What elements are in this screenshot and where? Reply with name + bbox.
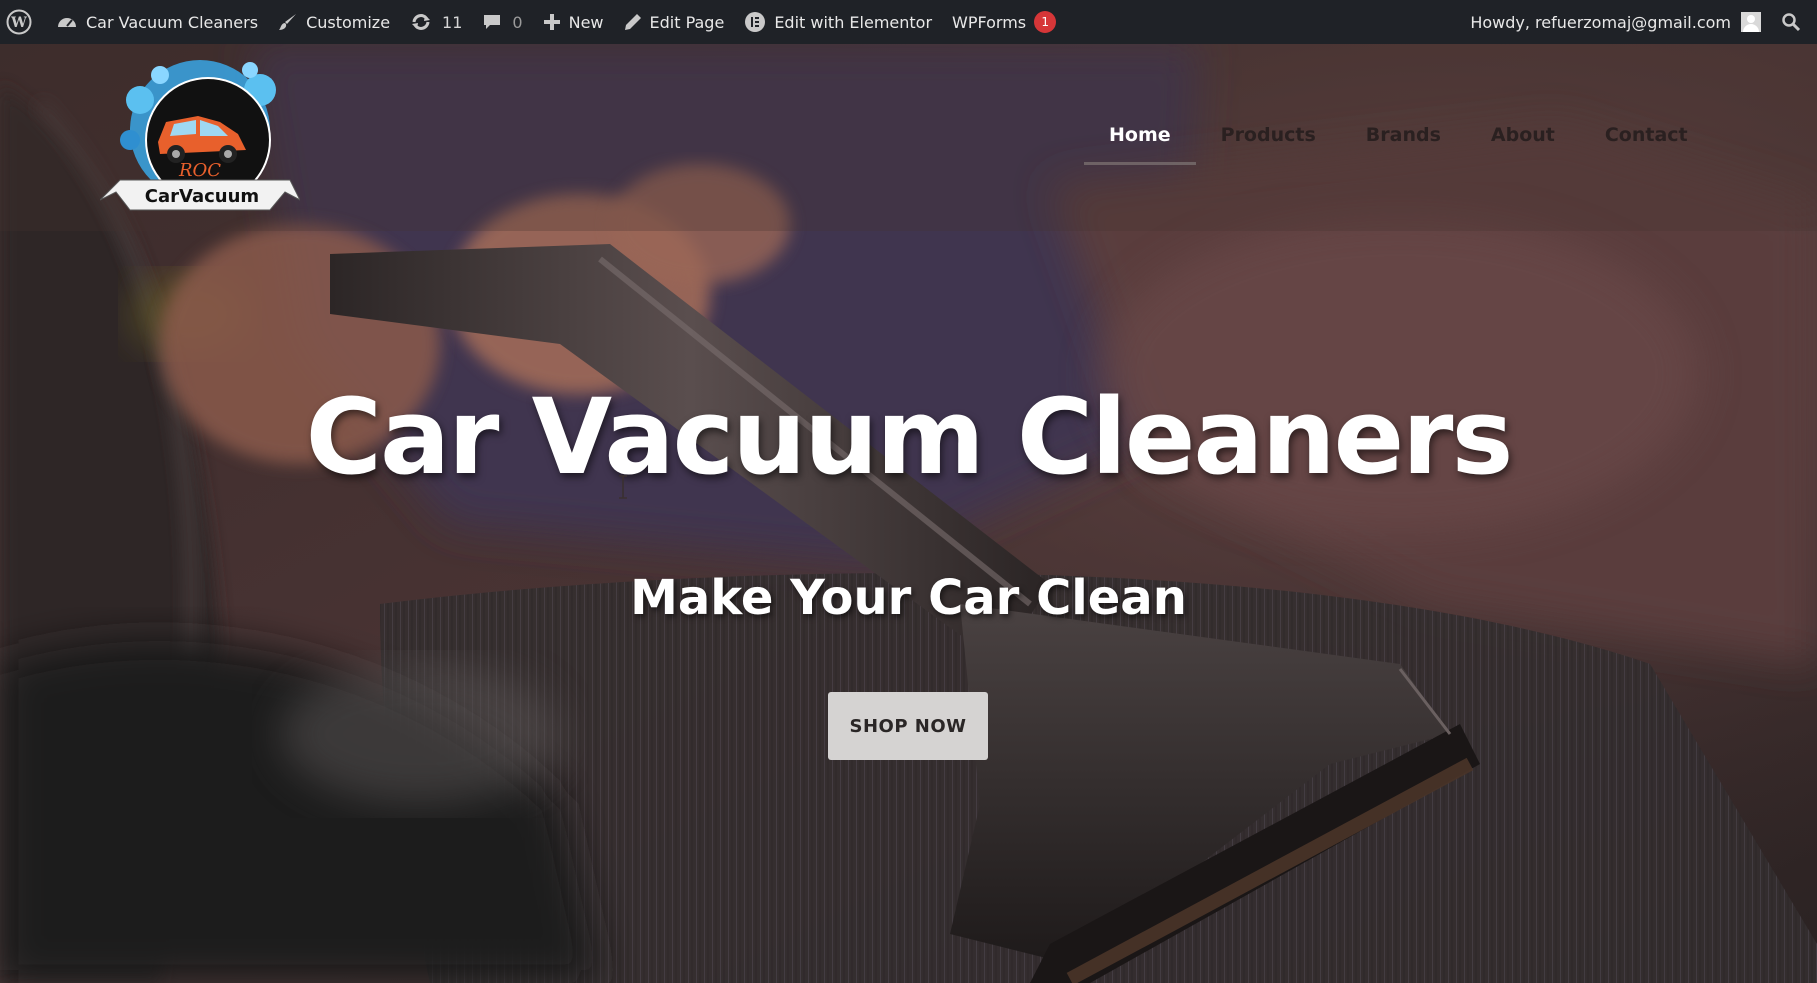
comments-link[interactable]: 0	[472, 0, 532, 44]
comments-count: 0	[512, 12, 523, 32]
text-cursor-icon	[619, 475, 627, 499]
nav-item-contact[interactable]: Contact	[1580, 124, 1713, 146]
site-logo[interactable]: ROC CarVacuum	[99, 50, 302, 220]
wpforms-label: WPForms	[952, 12, 1027, 32]
wpforms-notification-badge: 1	[1034, 11, 1057, 33]
hero-subtitle: Make Your Car Clean	[630, 570, 1187, 626]
user-avatar-icon	[1741, 12, 1761, 32]
admin-bar-right: Howdy, refuerzomaj@gmail.com	[1460, 0, 1817, 44]
updates-count: 11	[442, 12, 463, 32]
pencil-icon	[624, 13, 642, 31]
updates-link[interactable]: 11	[400, 0, 472, 44]
shop-now-button[interactable]: SHOP NOW	[828, 692, 988, 760]
edit-page-link[interactable]: Edit Page	[614, 0, 735, 44]
logo-text-top: ROC	[178, 160, 221, 181]
elementor-icon	[744, 11, 766, 33]
nav-item-home[interactable]: Home	[1084, 124, 1196, 165]
new-label: New	[568, 12, 604, 32]
nav-item-products[interactable]: Products	[1196, 124, 1341, 146]
edit-with-elementor-link[interactable]: Edit with Elementor	[734, 0, 942, 44]
comment-bubble-icon	[482, 12, 502, 32]
svg-text:W: W	[10, 15, 27, 31]
dashboard-icon	[56, 12, 78, 32]
customize-link[interactable]: Customize	[268, 0, 400, 44]
admin-bar-left: W Car Vacuum Cleaners Customize 11 0 New…	[0, 0, 1066, 44]
admin-bar-search[interactable]	[1771, 0, 1811, 44]
brush-icon	[278, 12, 298, 32]
wordpress-logo-icon: W	[6, 9, 32, 35]
wp-admin-bar: W Car Vacuum Cleaners Customize 11 0 New…	[0, 0, 1817, 44]
site-header: ROC CarVacuum Home Products Brands About Con…	[0, 44, 1817, 231]
hero-title: Car Vacuum Cleaners	[305, 376, 1514, 498]
howdy-label: Howdy, refuerzomaj@gmail.com	[1470, 12, 1731, 32]
plus-icon	[543, 13, 561, 31]
edit-with-elementor-label: Edit with Elementor	[774, 12, 933, 32]
logo-text-banner: CarVacuum	[145, 186, 259, 207]
wpforms-menu[interactable]: WPForms 1	[942, 0, 1066, 44]
new-content-menu[interactable]: New	[533, 0, 614, 44]
site-name-label: Car Vacuum Cleaners	[86, 12, 259, 32]
wp-logo-menu[interactable]: W	[0, 0, 46, 44]
my-account-menu[interactable]: Howdy, refuerzomaj@gmail.com	[1460, 0, 1771, 44]
edit-page-label: Edit Page	[649, 12, 725, 32]
main-navigation: Home Products Brands About Contact	[1084, 124, 1713, 165]
nav-item-brands[interactable]: Brands	[1341, 124, 1466, 146]
refresh-icon	[410, 12, 432, 32]
site-name-menu[interactable]: Car Vacuum Cleaners	[46, 0, 268, 44]
search-icon	[1781, 12, 1801, 32]
customize-label: Customize	[306, 12, 391, 32]
nav-item-about[interactable]: About	[1466, 124, 1580, 146]
